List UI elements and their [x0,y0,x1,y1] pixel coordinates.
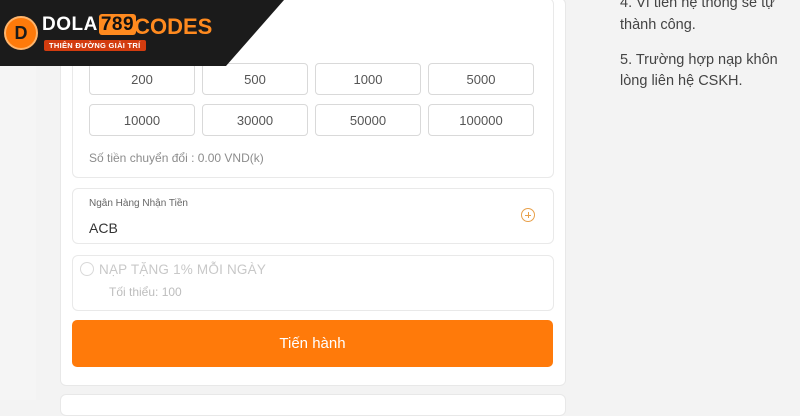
logo-tagline: THIÊN ĐƯỜNG GIẢI TRÍ [44,40,146,51]
amount-option-1000[interactable]: 1000 [315,63,421,95]
next-panel-edge [60,394,566,416]
note-4-line-1: 4. Vì tiền hệ thống sẽ tự [620,0,775,11]
promo-option[interactable]: NẠP TẶNG 1% MỖI NGÀY Tối thiểu: 100 [72,255,554,311]
bank-label: Ngân Hàng Nhận Tiền [89,198,188,209]
submit-button[interactable]: Tiến hành [72,320,553,367]
amount-option-10000[interactable]: 10000 [89,104,195,136]
note-5-line-1: 5. Trường hợp nạp khôn [620,52,778,68]
logo-suffix-text: .CODES [128,14,213,39]
bank-value: ACB [89,220,118,236]
amount-option-30000[interactable]: 30000 [202,104,308,136]
note-4-line-2: thành công. [620,17,696,33]
amount-option-5000[interactable]: 5000 [428,63,534,95]
amount-option-100000[interactable]: 100000 [428,104,534,136]
logo-mark-icon: D [4,16,38,50]
logo-main-text: DOLA [42,14,98,35]
logo-wordmark: DOLA 789 [42,14,137,36]
converted-amount-text: Số tiền chuyển đổi : 0.00 VND(k) [89,151,264,165]
amount-option-50000[interactable]: 50000 [315,104,421,136]
bank-select[interactable]: Ngân Hàng Nhận Tiền ACB [72,188,554,244]
promo-title: NẠP TẶNG 1% MỖI NGÀY [99,262,267,277]
promo-radio[interactable] [80,262,94,276]
promo-minimum: Tối thiểu: 100 [109,285,182,299]
amount-option-500[interactable]: 500 [202,63,308,95]
note-5-line-2: lòng liên hệ CSKH. [620,73,743,89]
add-circle-icon[interactable] [521,208,535,222]
amount-option-200[interactable]: 200 [89,63,195,95]
